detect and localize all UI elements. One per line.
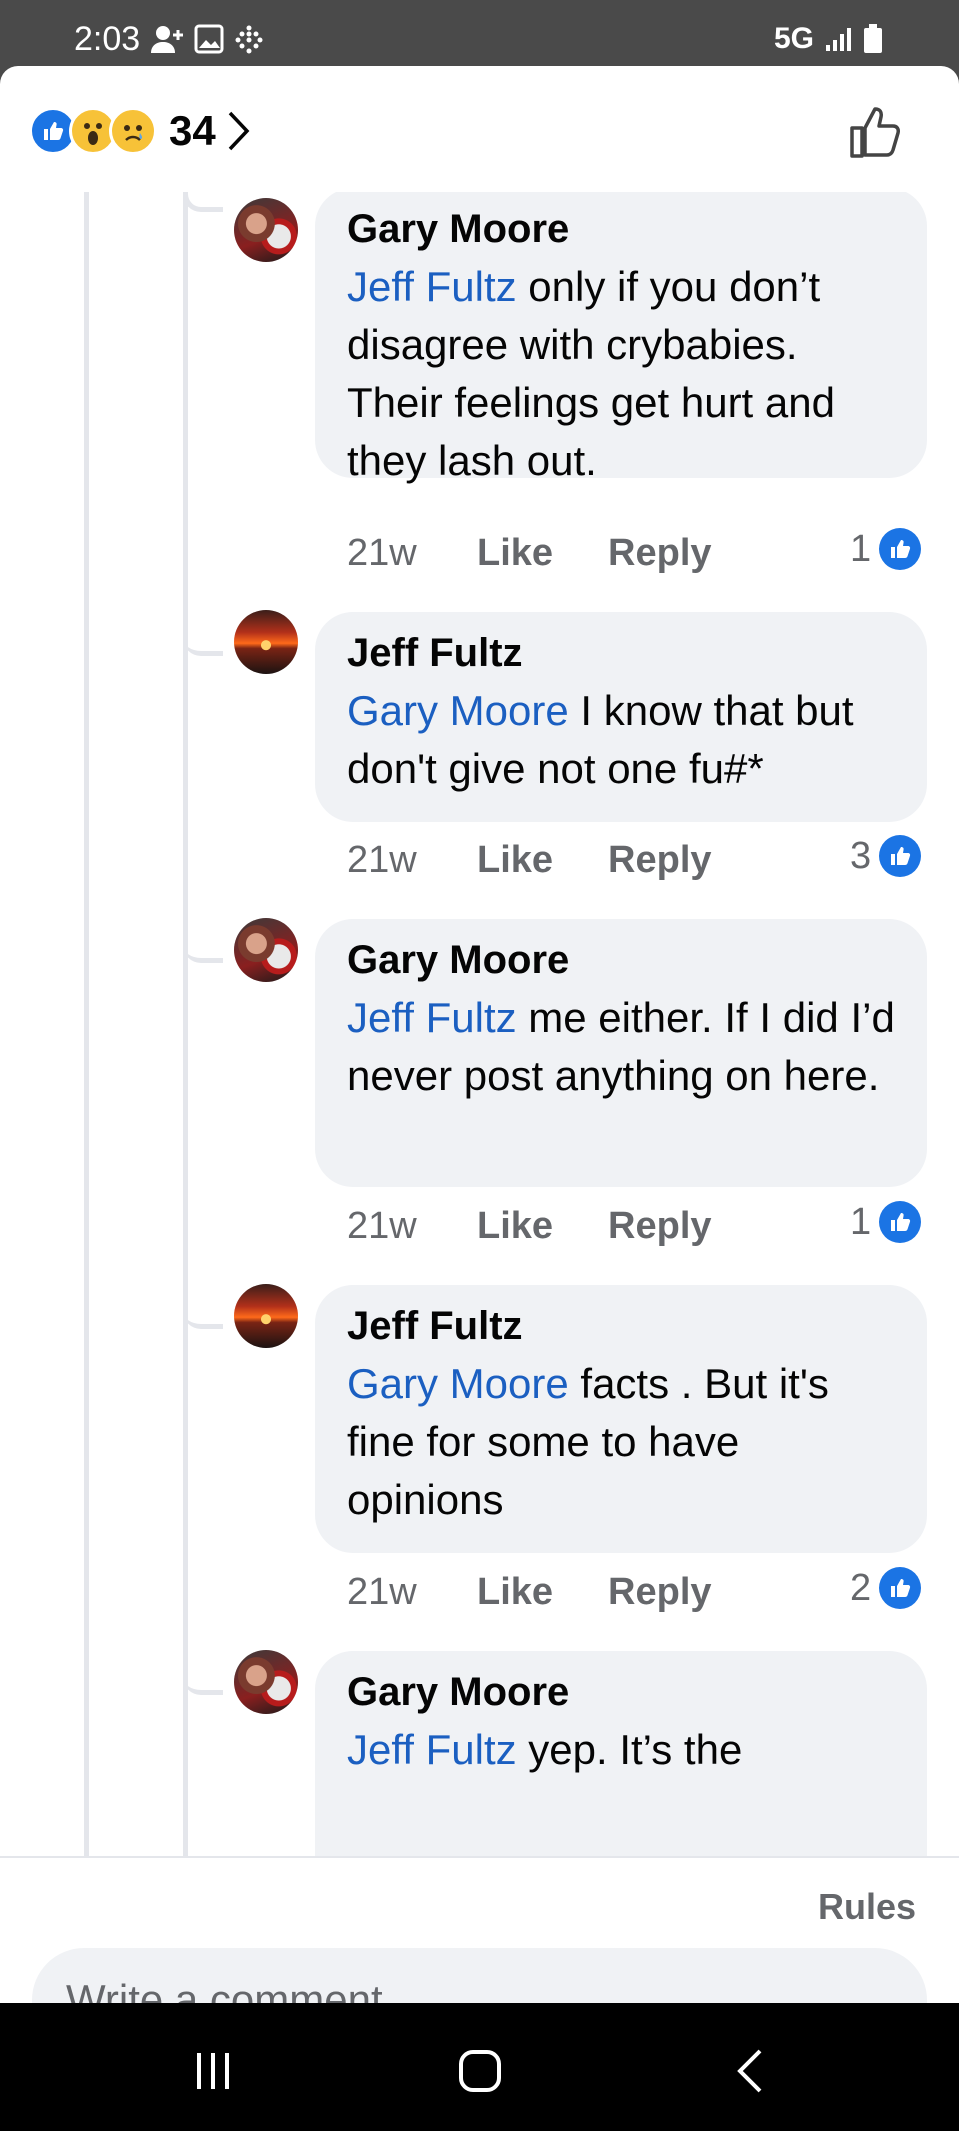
mention-link[interactable]: Jeff Fultz: [347, 994, 517, 1041]
back-icon: [737, 2049, 762, 2093]
sheet-header: 34: [0, 66, 959, 192]
reply-action[interactable]: Reply: [608, 532, 711, 575]
comment-actions: 21w Like Reply: [347, 1199, 767, 1253]
network-type: 5G: [773, 22, 814, 55]
comment-time[interactable]: 21w: [347, 532, 477, 575]
status-time: 2:03: [74, 20, 141, 58]
like-reaction-icon: [879, 1567, 922, 1609]
recent-apps-button[interactable]: [183, 2041, 243, 2101]
like-action[interactable]: Like: [477, 532, 553, 575]
sad-reaction-icon: [109, 107, 157, 155]
comment-author[interactable]: Jeff Fultz: [347, 1297, 895, 1355]
reply-connector: [183, 915, 223, 963]
reply-connector: [183, 192, 223, 212]
comment-author[interactable]: Gary Moore: [347, 200, 895, 258]
rules-link[interactable]: Rules: [818, 1886, 916, 1928]
reply-connector: [183, 1647, 223, 1695]
reply-connector: [183, 1281, 223, 1329]
reply-connector: [183, 608, 223, 656]
chevron-right-icon: [228, 111, 250, 151]
comment-bubble[interactable]: Gary Moore Jeff Fultz yep. It’s the: [315, 1651, 927, 1856]
reply-action[interactable]: Reply: [608, 839, 711, 882]
comment-reaction-count: 2: [850, 1566, 872, 1609]
mention-link[interactable]: Jeff Fultz: [347, 263, 517, 310]
avatar[interactable]: [234, 918, 298, 982]
like-reaction-icon: [879, 835, 922, 877]
comment-actions: 21w Like Reply: [347, 1565, 767, 1619]
comment-time[interactable]: 21w: [347, 839, 477, 882]
avatar[interactable]: [234, 1284, 298, 1348]
comment-bubble[interactable]: Jeff Fultz Gary Moore I know that but do…: [315, 612, 927, 822]
like-reaction-icon: [879, 1201, 922, 1243]
avatar[interactable]: [234, 198, 298, 262]
status-bar: 2:03 5G: [0, 0, 959, 66]
mention-link[interactable]: Gary Moore: [347, 687, 569, 734]
comment-reaction-count: 3: [850, 834, 872, 877]
comment-bubble[interactable]: Gary Moore Jeff Fultz me either. If I di…: [315, 919, 927, 1187]
comment-text: Gary Moore I know that but don't give no…: [347, 687, 854, 792]
comment-reaction-count: 1: [850, 527, 872, 570]
status-system-icons: 5G: [774, 22, 884, 56]
comment-actions: 21w Like Reply: [347, 526, 767, 580]
comment-actions: 21w Like Reply: [347, 833, 767, 887]
reply-thread-line: [183, 192, 188, 1856]
comment-reaction-count: 1: [850, 1200, 872, 1243]
comment-bubble[interactable]: Jeff Fultz Gary Moore facts . But it's f…: [315, 1285, 927, 1553]
like-action[interactable]: Like: [477, 1571, 553, 1614]
comment-text: Jeff Fultz only if you don’t disagree wi…: [347, 263, 835, 484]
thread-line: [84, 192, 89, 1856]
comment-author[interactable]: Jeff Fultz: [347, 624, 895, 682]
reply-action[interactable]: Reply: [608, 1205, 711, 1248]
comment-author[interactable]: Gary Moore: [347, 1663, 895, 1721]
signal-icon: [826, 28, 851, 51]
battery-icon: [864, 24, 882, 53]
home-button[interactable]: [450, 2041, 510, 2101]
comment-reactions[interactable]: 3: [850, 829, 922, 883]
like-button-icon[interactable]: [848, 104, 904, 160]
image-icon: [194, 24, 224, 54]
reactions-summary[interactable]: 34: [29, 106, 252, 156]
reaction-count: 34: [169, 107, 216, 154]
mention-link[interactable]: Jeff Fultz: [347, 1726, 517, 1773]
comment-thread[interactable]: Gary Moore Jeff Fultz only if you don’t …: [0, 192, 959, 1856]
reply-action[interactable]: Reply: [608, 1571, 711, 1614]
avatar[interactable]: [234, 610, 298, 674]
status-notification-icons: [150, 24, 264, 54]
comment-composer: Rules: [0, 1856, 959, 2003]
comment-text: Gary Moore facts . But it's fine for som…: [347, 1360, 829, 1523]
comment-text: Jeff Fultz me either. If I did I’d never…: [347, 994, 895, 1099]
system-navigation-bar: [0, 2003, 959, 2131]
recent-apps-icon: [197, 2053, 229, 2089]
comment-reactions[interactable]: 1: [850, 522, 922, 576]
like-action[interactable]: Like: [477, 1205, 553, 1248]
back-button[interactable]: [720, 2041, 780, 2101]
like-reaction-icon: [879, 528, 922, 570]
comment-reactions[interactable]: 1: [850, 1195, 922, 1249]
like-action[interactable]: Like: [477, 839, 553, 882]
comment-time[interactable]: 21w: [347, 1205, 477, 1248]
home-icon: [459, 2050, 501, 2092]
comment-text: Jeff Fultz yep. It’s the: [347, 1726, 743, 1773]
add-contact-icon: [151, 26, 183, 53]
comment-author[interactable]: Gary Moore: [347, 931, 895, 989]
mention-link[interactable]: Gary Moore: [347, 1360, 569, 1407]
comment-time[interactable]: 21w: [347, 1571, 477, 1614]
comment-input[interactable]: [32, 1948, 927, 2003]
comment-bubble[interactable]: Gary Moore Jeff Fultz only if you don’t …: [315, 192, 927, 484]
avatar[interactable]: [234, 1650, 298, 1714]
comments-sheet: 34 Gary Moore Jeff Fultz only if you don…: [0, 66, 959, 2003]
dots-grid-icon: [235, 25, 263, 54]
comment-reactions[interactable]: 2: [850, 1561, 922, 1615]
